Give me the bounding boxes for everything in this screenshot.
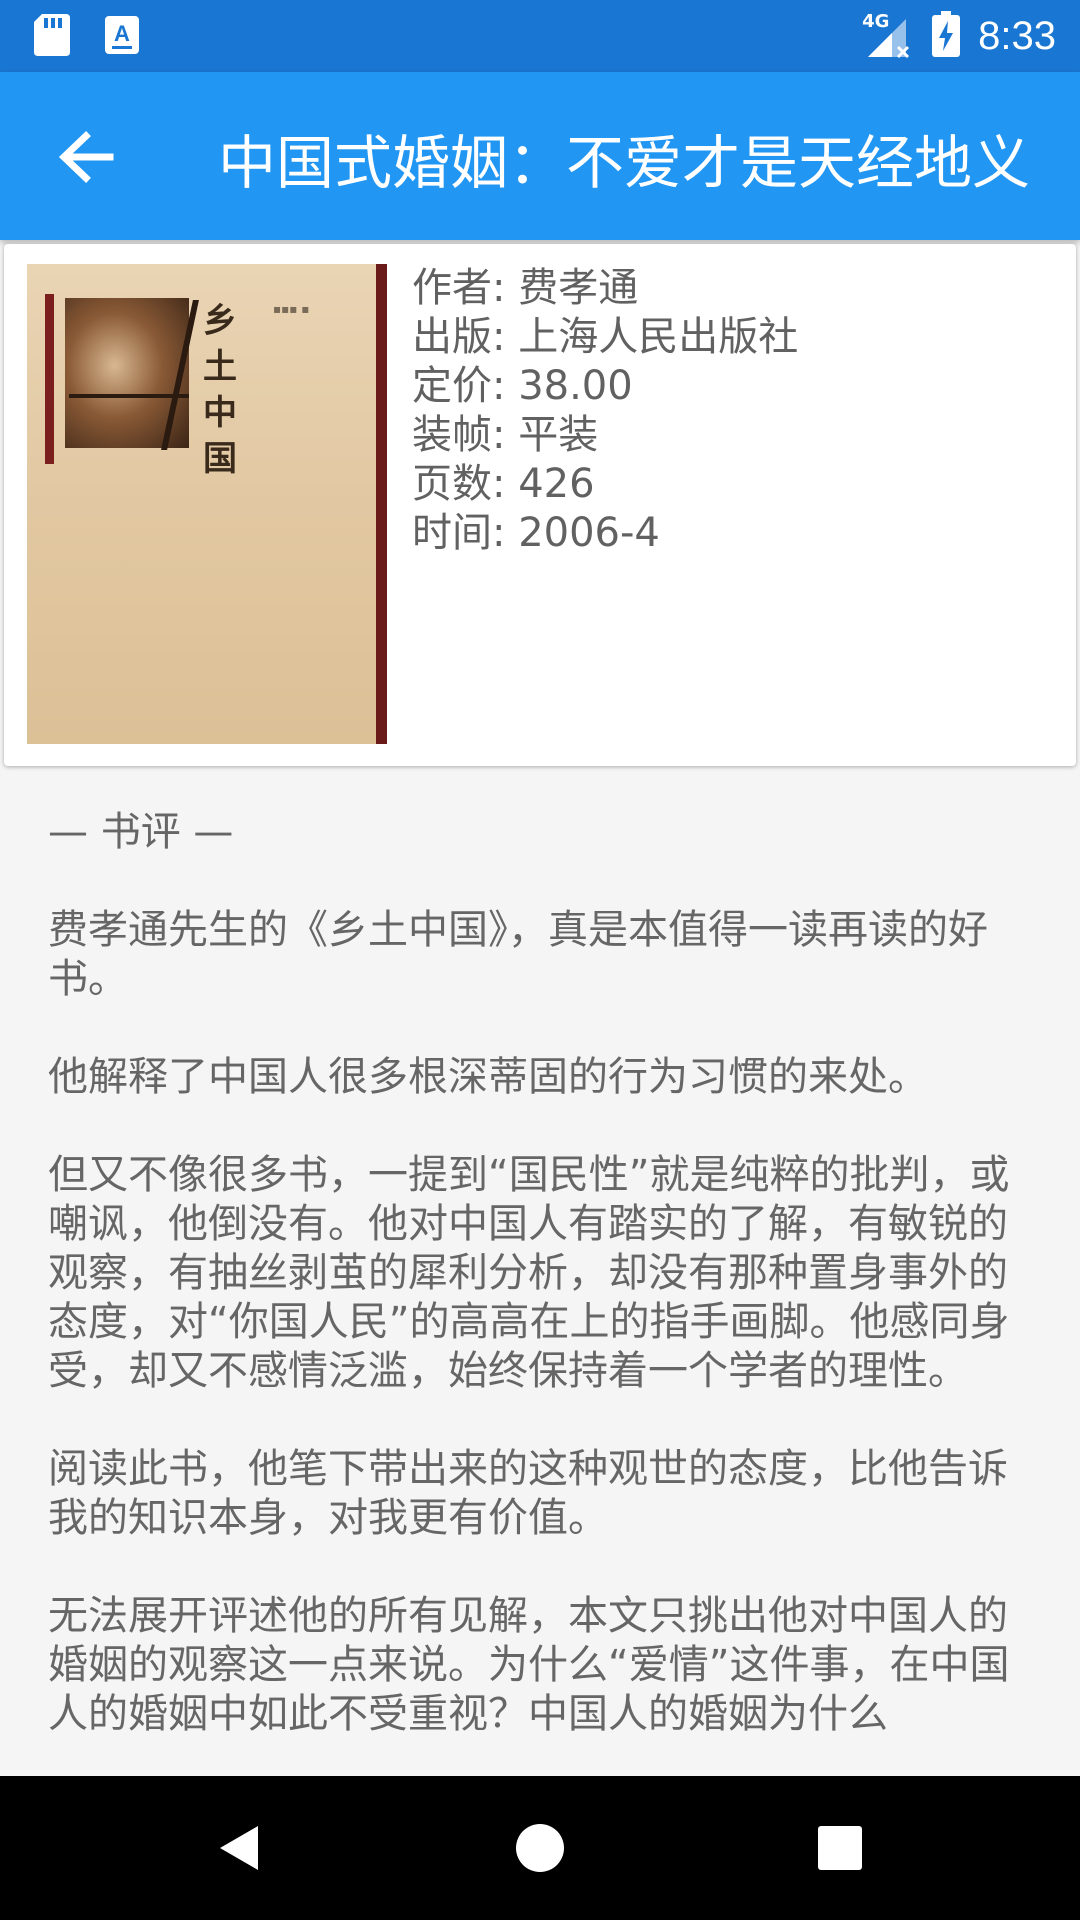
- text-app-icon: A: [104, 15, 140, 59]
- review-section: — 书评 — 费孝通先生的《乡土中国》，真是本值得一读再读的好书。 他解释了中国…: [48, 808, 1028, 1788]
- review-paragraph: 无法展开评述他的所有见解，本文只挑出他对中国人的婚姻的观察这一点来说。为什么“爱…: [48, 1593, 1010, 1737]
- svg-text:A: A: [114, 21, 130, 46]
- recents-square-icon: [812, 1826, 868, 1880]
- arrow-back-icon: [52, 131, 122, 196]
- review-paragraph: 费孝通先生的《乡土中国》，真是本值得一读再读的好书。: [48, 907, 988, 1002]
- review-paragraph: 但又不像很多书，一提到“国民性”就是纯粹的批判，或嘲讽，他倒没有。他对中国人有踏…: [48, 1152, 1010, 1394]
- navigation-bar: [0, 1776, 1080, 1920]
- sd-card-icon: [34, 14, 70, 60]
- meta-binding: 装帧: 平装: [412, 412, 599, 458]
- review-heading: — 书评 —: [48, 809, 234, 855]
- app-bar: 中国式婚姻：不爱才是天经地义: [0, 72, 1080, 240]
- book-info-card: 乡土中国 ▪▪▪ ▪ 作者: 费孝通 出版: 上海人民出版社 定价: 38.00…: [4, 244, 1076, 766]
- status-time: 8:33: [978, 13, 1056, 58]
- back-button[interactable]: [52, 122, 122, 192]
- book-meta: 作者: 费孝通 出版: 上海人民出版社 定价: 38.00 装帧: 平装 页数:…: [412, 264, 798, 558]
- meta-publisher: 出版: 上海人民出版社: [412, 314, 799, 360]
- signal-icon: 4G: [862, 11, 914, 59]
- battery-charging-icon: [932, 11, 961, 61]
- meta-price: 定价: 38.00: [412, 363, 633, 409]
- meta-author: 作者: 费孝通: [412, 265, 639, 311]
- meta-pages: 页数: 426: [412, 461, 595, 507]
- nav-recents-button[interactable]: [812, 1820, 868, 1876]
- cover-title: 乡土中国: [203, 301, 237, 479]
- back-triangle-icon: [212, 1826, 268, 1880]
- status-bar: A 4G 8:33: [0, 0, 1080, 72]
- home-circle-icon: [512, 1824, 568, 1880]
- nav-back-button[interactable]: [212, 1820, 268, 1876]
- book-cover-image[interactable]: 乡土中国 ▪▪▪ ▪: [27, 264, 387, 744]
- meta-date: 时间: 2006-4: [412, 510, 660, 556]
- review-paragraph: 他解释了中国人很多根深蒂固的行为习惯的来处。: [48, 1054, 928, 1100]
- nav-home-button[interactable]: [512, 1820, 568, 1876]
- page-title: 中国式婚姻：不爱才是天经地义: [218, 129, 1031, 197]
- review-paragraph: 阅读此书，他笔下带出来的这种观世的态度，比他告诉我的知识本身，对我更有价值。: [48, 1446, 1008, 1541]
